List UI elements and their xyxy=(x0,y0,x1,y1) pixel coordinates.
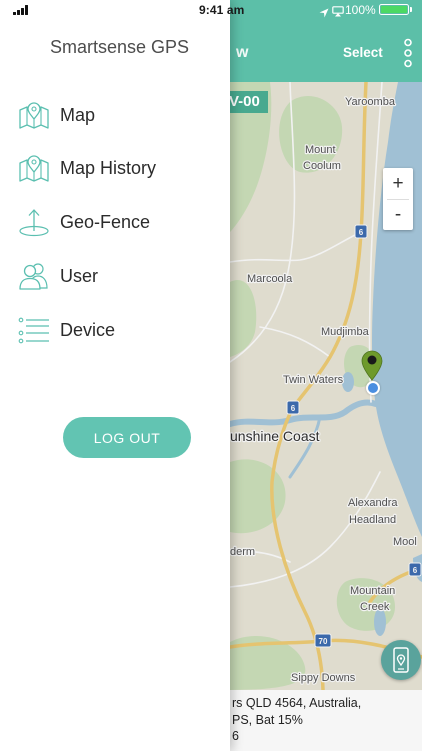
map-label-twin-waters: Twin Waters xyxy=(283,374,344,386)
navigation-drawer: Smartsense GPS Map Map History Geo-Fence… xyxy=(0,0,230,751)
map-label-sunshine-coast: unshine Coast xyxy=(230,428,320,444)
header-title: w xyxy=(236,44,249,61)
drawer-item-label: Geo-Fence xyxy=(60,211,151,232)
drawer-item-map-history[interactable]: Map History xyxy=(18,153,218,183)
phone-location-icon xyxy=(393,647,409,673)
locate-device-button[interactable] xyxy=(381,640,421,680)
drawer-item-geo-fence[interactable]: Geo-Fence xyxy=(18,207,218,237)
location-arrow-icon xyxy=(319,5,329,18)
battery-level-fill xyxy=(381,6,407,13)
current-location-dot xyxy=(366,381,380,395)
road-shield-label: 70 xyxy=(319,637,328,646)
battery-percentage: 100% xyxy=(345,3,376,17)
list-icon xyxy=(18,315,50,345)
vehicle-tag[interactable]: V-00 xyxy=(226,91,268,113)
map-label-mount-coolum-line1: Mount xyxy=(305,144,336,156)
drawer-item-map[interactable]: Map xyxy=(18,100,218,130)
map-label-mountain-creek-line2: Creek xyxy=(360,601,390,613)
info-status: PS, Bat 15% xyxy=(232,712,303,727)
map-pin-icon xyxy=(18,153,50,183)
map-label-yaroomba: Yaroomba xyxy=(345,96,396,108)
road-shield: 70 xyxy=(314,633,332,648)
drawer-item-label: Map xyxy=(60,104,96,125)
map-label-alexandra-headland-line2: Headland xyxy=(349,514,396,526)
drawer-item-label: User xyxy=(60,265,99,286)
drawer-item-label: Map History xyxy=(60,157,157,178)
zoom-out-button[interactable]: - xyxy=(383,199,413,230)
drawer-item-label: Device xyxy=(60,319,116,340)
lake xyxy=(342,372,354,392)
map-label-mooloolaba: Mool xyxy=(393,536,417,548)
zoom-control: + - xyxy=(383,168,413,230)
road-shield-label: 6 xyxy=(413,566,418,575)
zoom-in-button[interactable]: + xyxy=(383,168,413,199)
road-shield: 6 xyxy=(408,562,422,577)
geofence-icon xyxy=(18,207,50,237)
more-vertical-icon[interactable] xyxy=(401,38,415,68)
drawer-item-device[interactable]: Device xyxy=(18,315,218,345)
logout-label: LOG OUT xyxy=(93,429,161,446)
map-label-mount-coolum-line2: Coolum xyxy=(303,160,341,172)
info-address: rs QLD 4564, Australia, xyxy=(232,696,362,710)
drawer-title: Smartsense GPS xyxy=(50,37,190,57)
users-icon xyxy=(18,261,50,291)
map-pin-icon xyxy=(18,100,50,130)
vehicle-pin-icon[interactable] xyxy=(360,349,384,381)
map-label-mudjimba: Mudjimba xyxy=(321,326,370,338)
screen-mirroring-icon xyxy=(332,4,344,17)
status-time: 9:41 am xyxy=(199,3,245,17)
map-label-buderim: derm xyxy=(230,546,255,558)
road-shield: 6 xyxy=(286,400,300,415)
road-shield-label: 6 xyxy=(291,404,296,413)
map-label-marcoola: Marcoola xyxy=(247,273,293,285)
logout-button[interactable]: LOG OUT xyxy=(63,417,191,458)
map-label-alexandra-headland-line1: Alexandra xyxy=(348,497,398,509)
select-button[interactable]: Select xyxy=(343,45,383,60)
zoom-divider xyxy=(387,199,409,200)
status-bar: 9:41 am 100% xyxy=(0,0,422,20)
info-extra: 6 xyxy=(232,729,239,743)
road-shield-label: 6 xyxy=(359,228,364,237)
drawer-item-user[interactable]: User xyxy=(18,261,218,291)
battery-cap xyxy=(410,7,412,12)
road-shield: 6 xyxy=(354,224,368,239)
map-label-mountain-creek-line1: Mountain xyxy=(350,585,395,597)
signal-icon xyxy=(13,5,29,15)
battery-icon xyxy=(379,4,409,15)
map-label-sippy-downs: Sippy Downs xyxy=(291,672,356,684)
